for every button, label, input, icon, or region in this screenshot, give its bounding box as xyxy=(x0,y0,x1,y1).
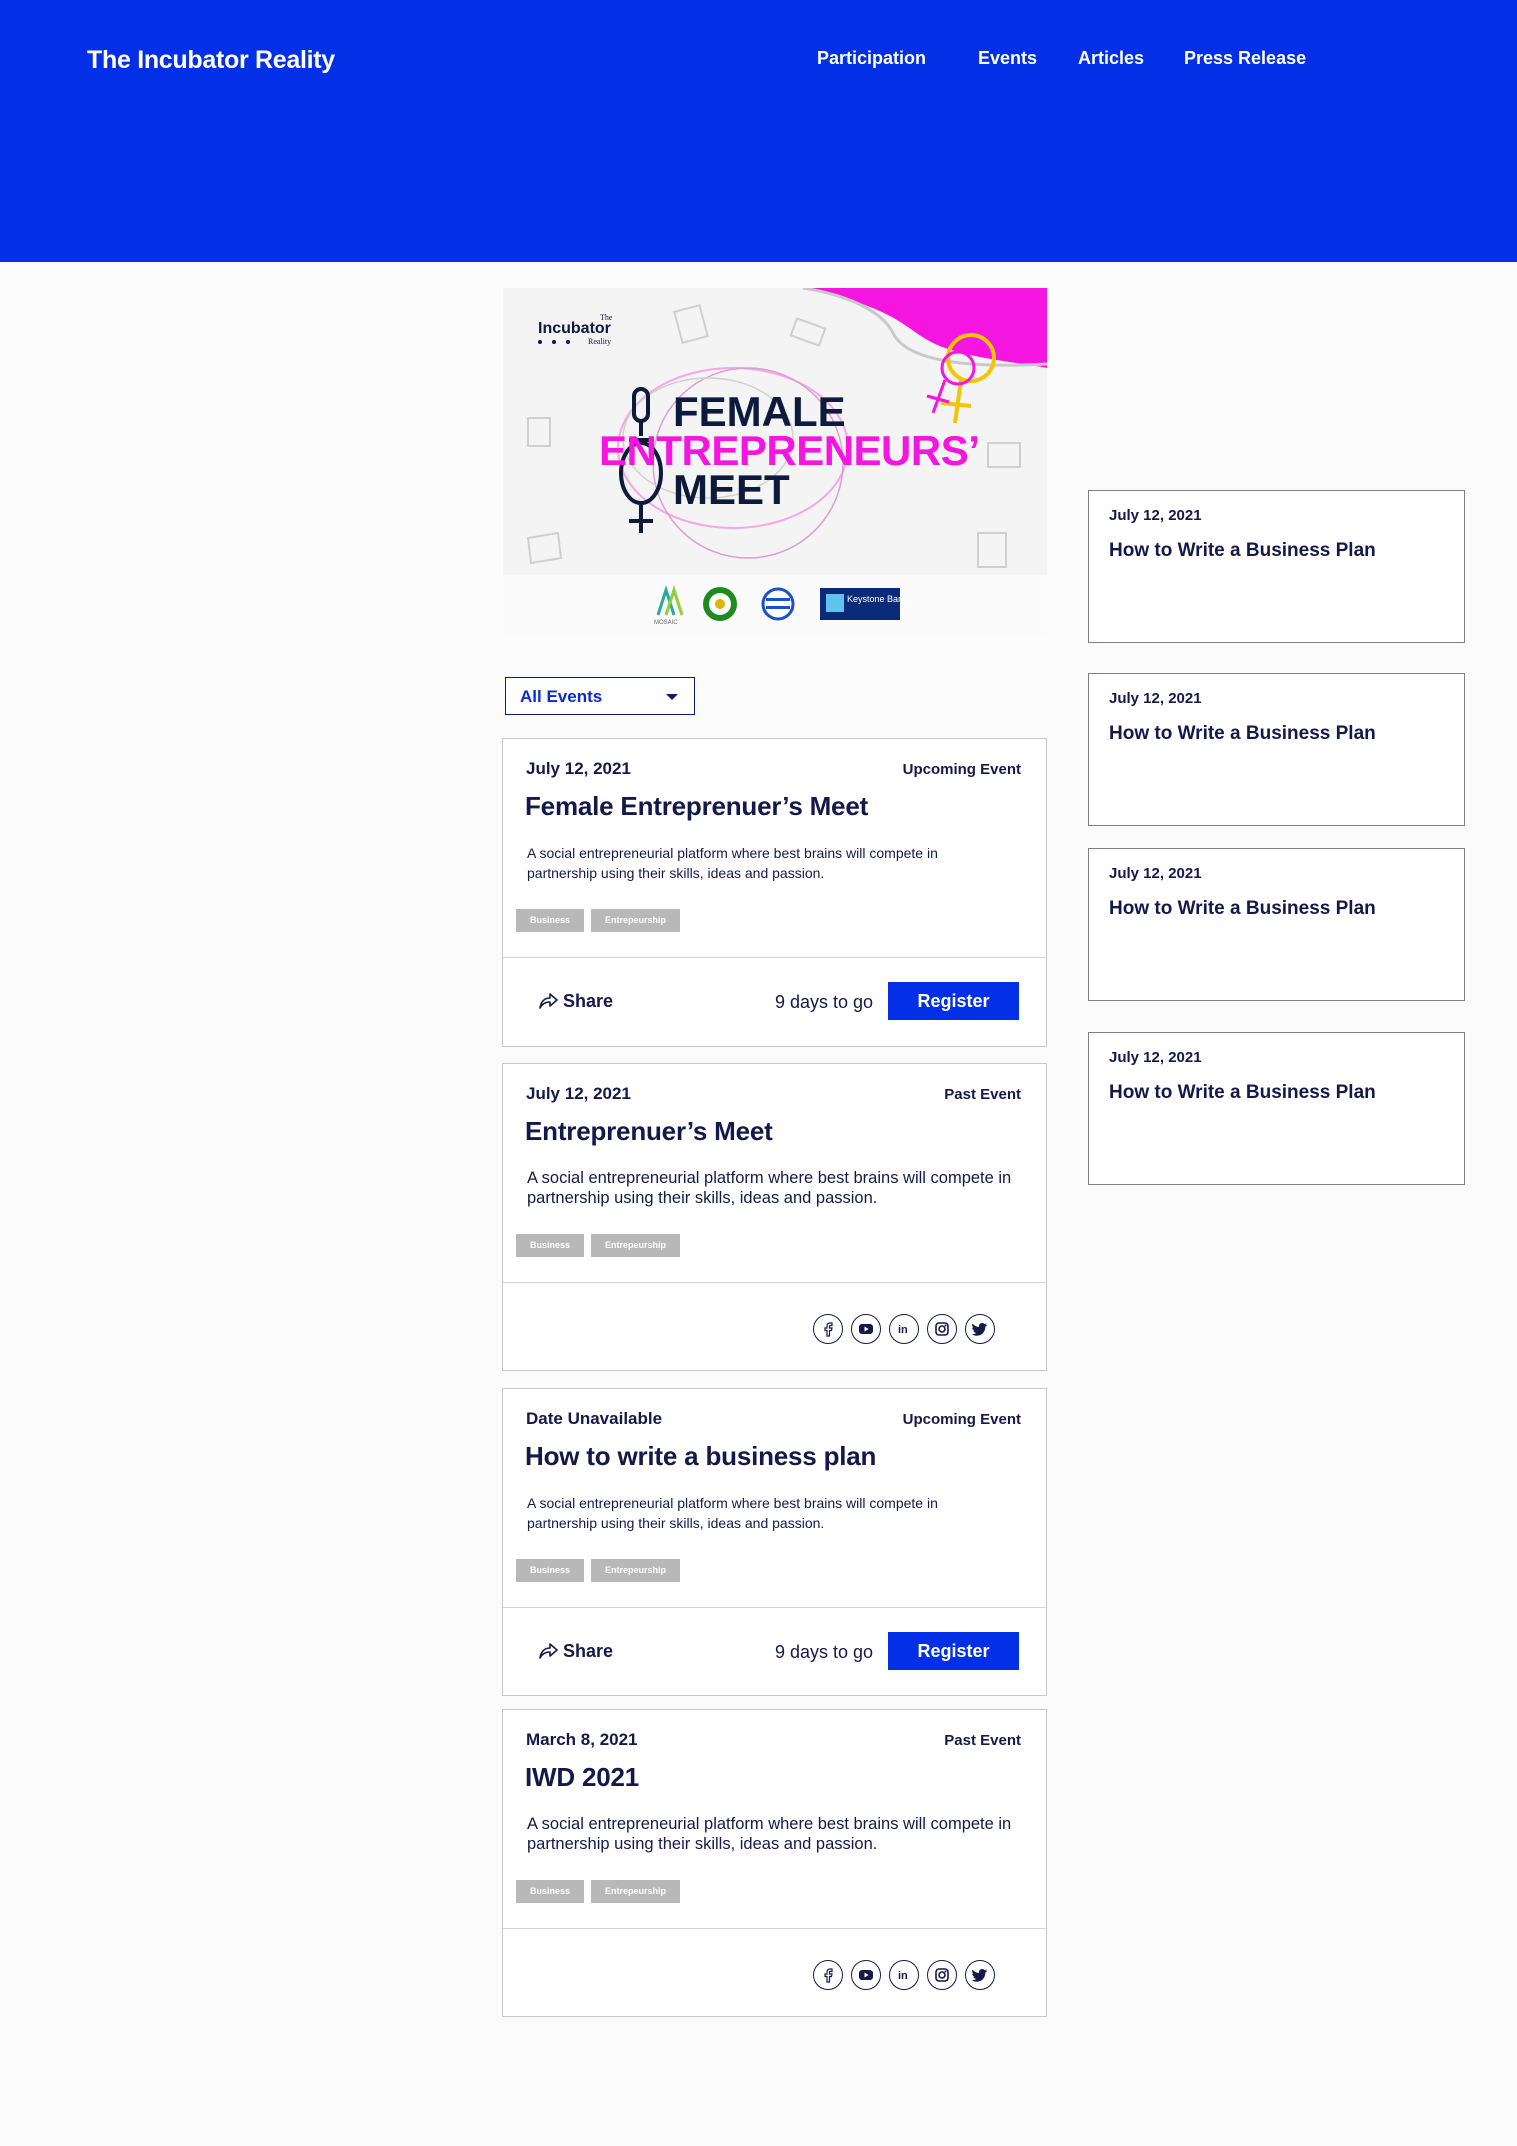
tag-entrepreneurship[interactable]: Entrepeurship xyxy=(591,1880,681,1903)
nav-articles[interactable]: Articles xyxy=(1078,48,1144,69)
event-tags: Business Entrepeurship xyxy=(516,909,681,932)
share-label: Share xyxy=(563,991,614,1011)
linkedin-icon[interactable]: in xyxy=(889,1314,919,1344)
event-banner: Incubator The Reality FEMALE ENTREPRENEU… xyxy=(503,288,1047,635)
event-tags: Business Entrepeurship xyxy=(516,1234,681,1257)
twitter-icon[interactable] xyxy=(965,1960,995,1990)
register-button[interactable]: Register xyxy=(888,982,1019,1020)
event-card: March 8, 2021 Past Event IWD 2021 A soci… xyxy=(502,1709,1047,2017)
event-card: July 12, 2021 Upcoming Event Female Entr… xyxy=(502,738,1047,1047)
tag-business[interactable]: Business xyxy=(516,1559,585,1582)
event-tags: Business Entrepeurship xyxy=(516,1880,681,1903)
instagram-icon[interactable] xyxy=(927,1314,957,1344)
event-status: Upcoming Event xyxy=(902,1411,1021,1428)
share-button[interactable]: Share xyxy=(539,1641,613,1662)
event-date: July 12, 2021 xyxy=(526,759,631,778)
nav-participation[interactable]: Participation xyxy=(817,48,926,69)
event-date: March 8, 2021 xyxy=(526,1730,638,1749)
share-label: Share xyxy=(563,1641,614,1661)
tag-business[interactable]: Business xyxy=(516,909,585,932)
svg-text:in: in xyxy=(898,1324,908,1336)
share-icon xyxy=(539,993,558,1009)
event-date: July 12, 2021 xyxy=(526,1084,631,1103)
sidebar-article-card[interactable]: July 12, 2021 How to Write a Business Pl… xyxy=(1088,490,1465,643)
linkedin-icon[interactable]: in xyxy=(889,1960,919,1990)
svg-text:in: in xyxy=(898,1970,908,1982)
event-description: A social entrepreneurial platform where … xyxy=(527,1169,1012,1207)
sponsor-keystone: Keystone Bank xyxy=(847,594,908,604)
sidebar-article-card[interactable]: July 12, 2021 How to Write a Business Pl… xyxy=(1088,1032,1465,1185)
event-card: July 12, 2021 Past Event Entreprenuer’s … xyxy=(502,1063,1047,1371)
article-date: July 12, 2021 xyxy=(1109,690,1202,707)
banner-brand-small: The xyxy=(600,313,613,322)
facebook-icon[interactable] xyxy=(813,1960,843,1990)
instagram-icon[interactable] xyxy=(927,1960,957,1990)
tag-entrepreneurship[interactable]: Entrepeurship xyxy=(591,1559,681,1582)
event-date: Date Unavailable xyxy=(526,1409,663,1428)
tag-business[interactable]: Business xyxy=(516,1880,585,1903)
filter-label: All Events xyxy=(520,687,603,706)
banner-line3: MEET xyxy=(673,466,790,513)
youtube-icon[interactable] xyxy=(851,1960,881,1990)
youtube-icon[interactable] xyxy=(851,1314,881,1344)
site-logo[interactable]: The Incubator Reality xyxy=(87,46,335,75)
sidebar-article-card[interactable]: July 12, 2021 How to Write a Business Pl… xyxy=(1088,673,1465,826)
facebook-icon[interactable] xyxy=(813,1314,843,1344)
card-divider xyxy=(503,1282,1046,1283)
article-title: How to Write a Business Plan xyxy=(1109,723,1376,744)
event-status: Upcoming Event xyxy=(902,761,1021,778)
article-title: How to Write a Business Plan xyxy=(1109,540,1376,561)
register-button[interactable]: Register xyxy=(888,1632,1019,1670)
tag-entrepreneurship[interactable]: Entrepeurship xyxy=(591,1234,681,1257)
event-description: A social entrepreneurial platform where … xyxy=(527,1815,1012,1853)
tag-entrepreneurship[interactable]: Entrepeurship xyxy=(591,909,681,932)
banner-brand-sub: Reality xyxy=(588,337,611,346)
nav-press-release[interactable]: Press Release xyxy=(1184,48,1306,69)
twitter-icon[interactable] xyxy=(965,1314,995,1344)
article-date: July 12, 2021 xyxy=(1109,865,1202,882)
event-description: A social entrepreneurial platform where … xyxy=(527,1495,938,1531)
article-date: July 12, 2021 xyxy=(1109,1049,1202,1066)
countdown-text: 9 days to go xyxy=(775,1642,874,1662)
article-title: How to Write a Business Plan xyxy=(1109,898,1376,919)
caret-down-icon xyxy=(666,694,678,700)
nav-events[interactable]: Events xyxy=(978,48,1037,69)
article-title: How to Write a Business Plan xyxy=(1109,1082,1376,1103)
card-divider xyxy=(503,1607,1046,1608)
events-filter-dropdown[interactable]: All Events xyxy=(505,677,695,715)
share-icon xyxy=(539,1643,558,1659)
event-title[interactable]: Entreprenuer’s Meet xyxy=(525,1116,773,1147)
social-links: in xyxy=(813,1314,995,1344)
event-status: Past Event xyxy=(944,1086,1021,1103)
banner-brand: Incubator xyxy=(538,320,611,337)
event-title[interactable]: How to write a business plan xyxy=(525,1441,876,1472)
card-divider xyxy=(503,1928,1046,1929)
event-card: Date Unavailable Upcoming Event How to w… xyxy=(502,1388,1047,1696)
sidebar-article-card[interactable]: July 12, 2021 How to Write a Business Pl… xyxy=(1088,848,1465,1001)
tag-business[interactable]: Business xyxy=(516,1234,585,1257)
event-title[interactable]: Female Entreprenuer’s Meet xyxy=(525,791,868,822)
sponsor-mosaic: MOSAIC xyxy=(654,620,678,626)
article-date: July 12, 2021 xyxy=(1109,507,1202,524)
share-button[interactable]: Share xyxy=(539,991,613,1012)
event-tags: Business Entrepeurship xyxy=(516,1559,681,1582)
card-divider xyxy=(503,957,1046,958)
event-title[interactable]: IWD 2021 xyxy=(525,1762,639,1793)
event-description: A social entrepreneurial platform where … xyxy=(527,845,938,881)
event-status: Past Event xyxy=(944,1732,1021,1749)
site-header: The Incubator Reality Participation Even… xyxy=(0,0,1517,262)
countdown-text: 9 days to go xyxy=(775,992,874,1012)
social-links: in xyxy=(813,1960,995,1990)
